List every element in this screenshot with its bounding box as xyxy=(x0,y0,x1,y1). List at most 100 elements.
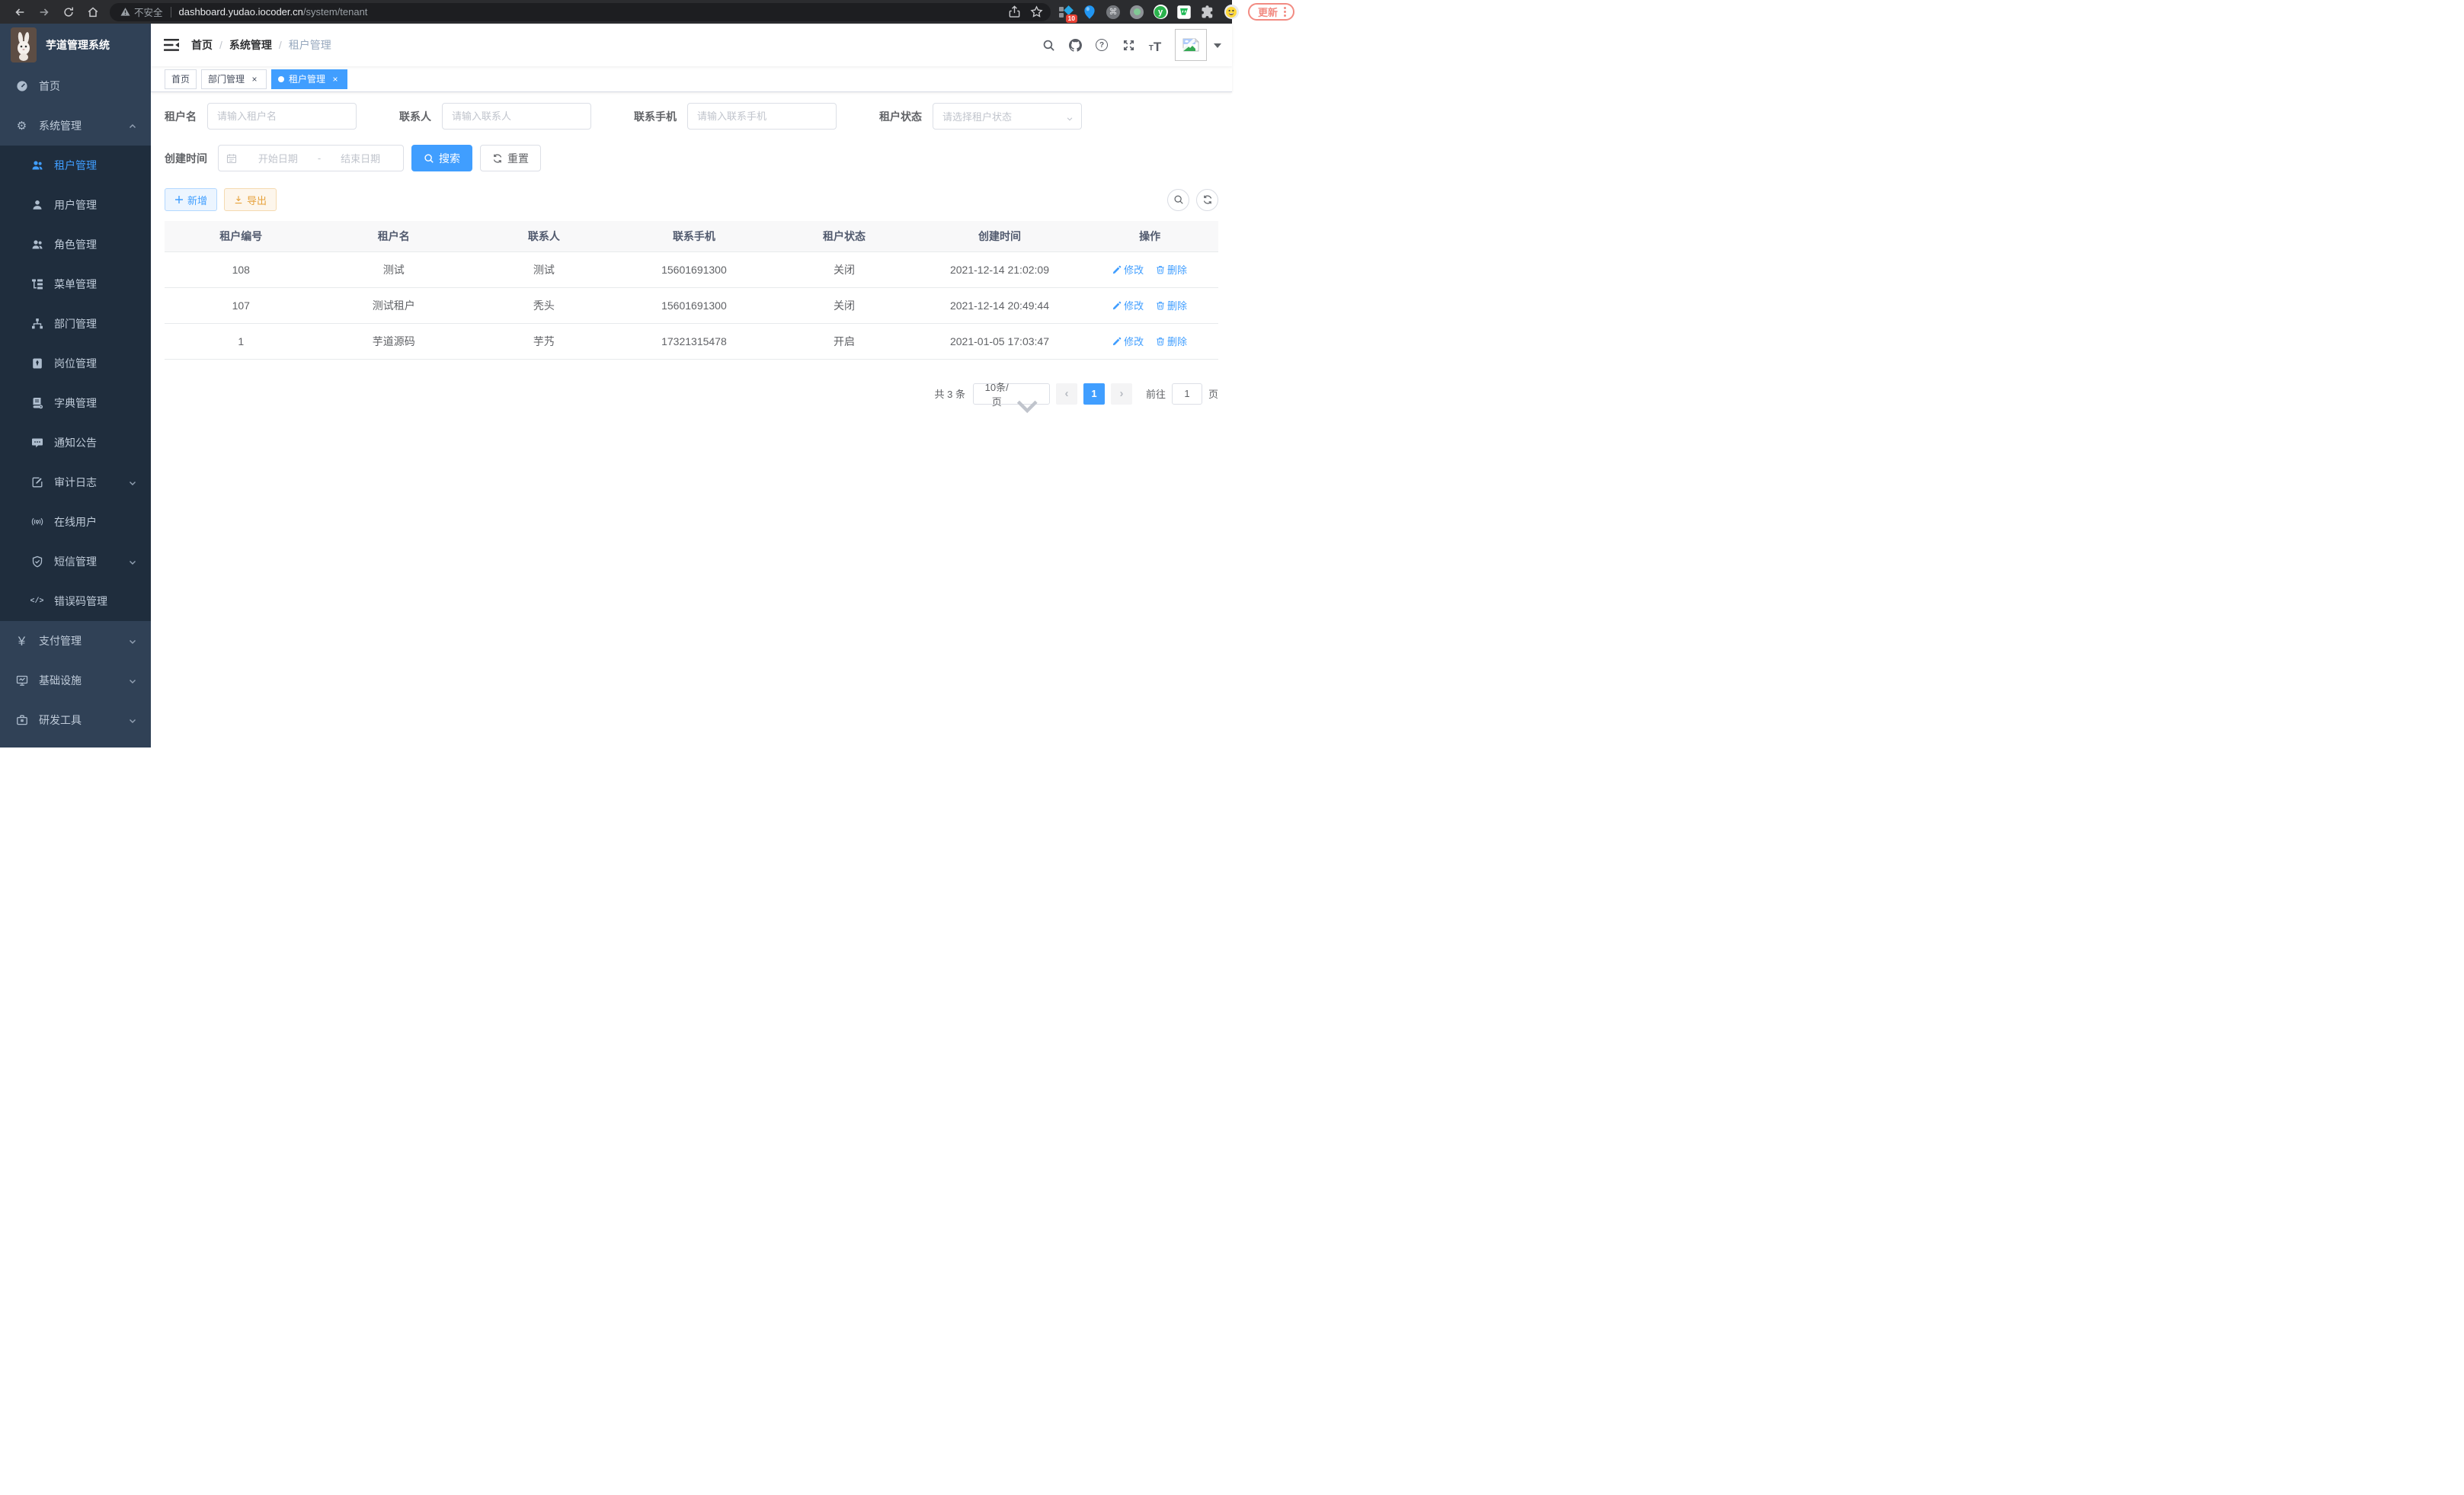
sidebar-item-dict-management[interactable]: 字典管理 xyxy=(0,383,151,423)
bookmark-star-icon[interactable] xyxy=(1030,5,1043,18)
browser-back-icon[interactable] xyxy=(13,5,27,19)
url-text[interactable]: dashboard.yudao.iocoder.cn/system/tenant xyxy=(179,6,368,18)
start-date-placeholder[interactable]: 开始日期 xyxy=(243,151,313,165)
sidebar-item-menu-management[interactable]: 菜单管理 xyxy=(0,264,151,304)
mobile-input[interactable] xyxy=(687,103,837,130)
sidebar-item-infrastructure[interactable]: 基础设施 xyxy=(0,661,151,700)
browser-reload-icon[interactable] xyxy=(62,5,75,19)
tenant-name-input[interactable] xyxy=(207,103,357,130)
reset-button[interactable]: 重置 xyxy=(480,145,541,171)
sidebar-item-post-management[interactable]: 岗位管理 xyxy=(0,344,151,383)
cell-created: 2021-12-14 20:49:44 xyxy=(918,287,1081,323)
roles-icon xyxy=(30,238,43,251)
col-contact: 联系人 xyxy=(470,221,618,251)
total-count: 共 3 条 xyxy=(935,386,965,401)
browser-forward-icon[interactable] xyxy=(37,5,51,19)
profile-emoji-icon[interactable] xyxy=(1224,5,1239,20)
status-placeholder: 请选择租户状态 xyxy=(942,109,1066,123)
browser-update-button[interactable]: 更新 xyxy=(1248,3,1294,21)
delete-link[interactable]: 删除 xyxy=(1156,298,1187,312)
sidebar-item-label: 部门管理 xyxy=(54,316,97,331)
sidebar-item-payment-management[interactable]: ¥ 支付管理 xyxy=(0,621,151,661)
extension-recorder-icon[interactable] xyxy=(1129,5,1144,20)
share-icon[interactable] xyxy=(1008,5,1021,18)
breadcrumb-home[interactable]: 首页 xyxy=(191,37,213,53)
sidebar-item-online-users[interactable]: 在线用户 xyxy=(0,502,151,542)
tab-dept-management[interactable]: 部门管理 × xyxy=(201,69,267,89)
contact-input[interactable] xyxy=(442,103,591,130)
gear-icon: ⚙ xyxy=(15,120,28,133)
goto-page-input[interactable] xyxy=(1172,383,1202,405)
tab-tenant-management[interactable]: 租户管理 × xyxy=(271,69,347,89)
search-form-row-1: 租户名 联系人 联系手机 租户状态 请选择租户状态 xyxy=(165,103,1218,130)
page-size-select[interactable]: 10条/页 xyxy=(973,383,1050,405)
breadcrumb-separator: / xyxy=(219,39,222,51)
status-field-group: 租户状态 请选择租户状态 xyxy=(879,103,1082,130)
sidebar-item-home[interactable]: 首页 xyxy=(0,66,151,106)
extension-chat-icon[interactable] xyxy=(1176,5,1192,20)
status-select[interactable]: 请选择租户状态 xyxy=(933,103,1082,130)
end-date-placeholder[interactable]: 结束日期 xyxy=(325,151,395,165)
breadcrumb-section[interactable]: 系统管理 xyxy=(229,37,272,53)
search-form-row-2: 创建时间 开始日期 - 结束日期 搜索 重置 xyxy=(165,145,1218,171)
sidebar-item-sms-management[interactable]: 短信管理 xyxy=(0,542,151,581)
col-mobile: 联系手机 xyxy=(618,221,771,251)
extension-y-icon[interactable]: y xyxy=(1153,5,1168,20)
avatar-caret-icon[interactable] xyxy=(1214,43,1221,52)
chevron-down-icon xyxy=(1066,113,1074,120)
security-label[interactable]: 不安全 xyxy=(134,5,163,19)
app-navbar: 首页 / 系统管理 / 租户管理 ? TT xyxy=(151,24,1232,66)
download-icon xyxy=(234,195,243,204)
browser-menu-icon[interactable] xyxy=(1284,7,1286,17)
add-button[interactable]: 新增 xyxy=(165,188,217,211)
avatar[interactable] xyxy=(1175,29,1207,61)
page-1-button[interactable]: 1 xyxy=(1083,383,1105,405)
extensions-puzzle-icon[interactable] xyxy=(1200,5,1215,20)
fullscreen-icon[interactable] xyxy=(1121,37,1136,53)
search-button[interactable]: 搜索 xyxy=(411,145,472,171)
edit-link[interactable]: 修改 xyxy=(1112,262,1144,277)
export-button[interactable]: 导出 xyxy=(224,188,277,211)
next-page-button[interactable]: › xyxy=(1111,383,1132,405)
prev-page-button[interactable]: ‹ xyxy=(1056,383,1077,405)
sidebar-item-audit-log[interactable]: 审计日志 xyxy=(0,463,151,502)
sidebar-item-system-management[interactable]: ⚙ 系统管理 xyxy=(0,106,151,146)
close-icon[interactable]: × xyxy=(249,74,260,85)
sidebar-item-dept-management[interactable]: 部门管理 xyxy=(0,304,151,344)
extension-tabs-icon[interactable]: 10 xyxy=(1058,5,1074,20)
address-bar[interactable]: 不安全 dashboard.yudao.iocoder.cn/system/te… xyxy=(110,3,1051,21)
header-search-icon[interactable] xyxy=(1041,37,1056,53)
font-size-icon[interactable]: TT xyxy=(1147,37,1163,53)
browser-home-icon[interactable] xyxy=(86,5,100,19)
edit-link[interactable]: 修改 xyxy=(1112,334,1144,348)
tenant-name-label: 租户名 xyxy=(165,109,197,124)
help-icon[interactable]: ? xyxy=(1094,37,1109,53)
page-unit-label: 页 xyxy=(1208,386,1218,401)
sidebar-item-error-code-management[interactable]: </> 错误码管理 xyxy=(0,581,151,621)
edit-link[interactable]: 修改 xyxy=(1112,298,1144,312)
extension-command-icon[interactable]: ⌘ xyxy=(1106,5,1121,20)
logo-area[interactable]: 芋道管理系统 xyxy=(0,24,151,66)
sidebar-collapse-icon[interactable] xyxy=(164,38,179,52)
tab-home[interactable]: 首页 xyxy=(165,69,197,89)
sidebar-item-label: 字典管理 xyxy=(54,395,97,411)
delete-link[interactable]: 删除 xyxy=(1156,262,1187,277)
delete-link[interactable]: 删除 xyxy=(1156,334,1187,348)
menu-tree-icon xyxy=(30,278,43,291)
refresh-table-icon[interactable] xyxy=(1196,189,1218,211)
sidebar-item-label: 通知公告 xyxy=(54,435,97,450)
sidebar-item-tenant-management[interactable]: 租户管理 xyxy=(0,146,151,185)
sidebar-item-user-management[interactable]: 用户管理 xyxy=(0,185,151,225)
sidebar-item-role-management[interactable]: 角色管理 xyxy=(0,225,151,264)
close-icon[interactable]: × xyxy=(330,74,341,85)
extension-balloon-icon[interactable] xyxy=(1082,5,1097,20)
github-icon[interactable] xyxy=(1067,37,1083,53)
date-range-picker[interactable]: 开始日期 - 结束日期 xyxy=(218,145,404,171)
hide-search-icon[interactable] xyxy=(1167,189,1189,211)
not-secure-warning-icon xyxy=(120,7,130,17)
org-tree-icon xyxy=(30,318,43,331)
chevron-down-icon xyxy=(128,636,137,645)
cell-created: 2021-12-14 21:02:09 xyxy=(918,251,1081,287)
sidebar-item-notice[interactable]: 通知公告 xyxy=(0,423,151,463)
sidebar-item-dev-tools[interactable]: 研发工具 xyxy=(0,700,151,740)
